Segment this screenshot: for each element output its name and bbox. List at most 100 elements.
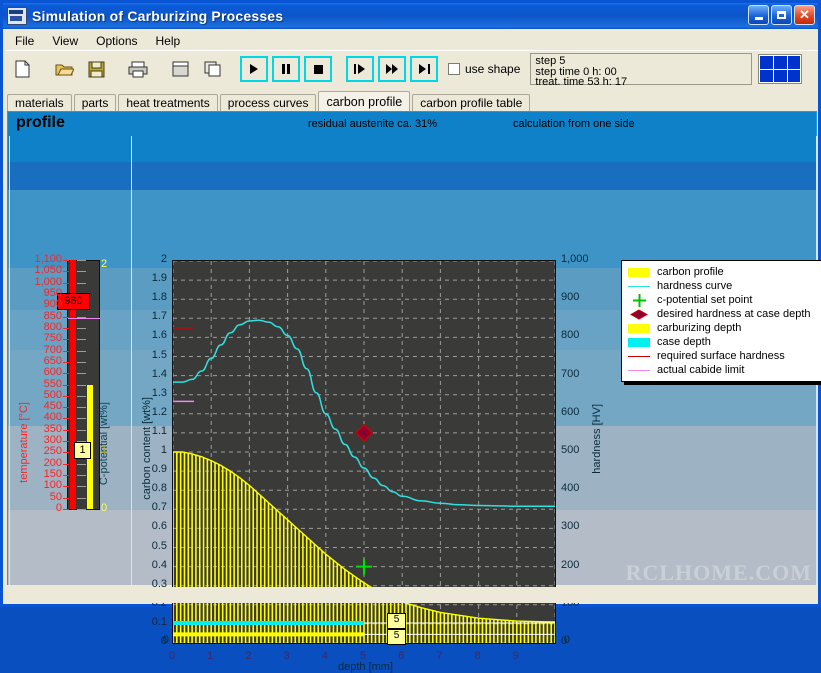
cpot-tick-0: 0: [101, 502, 108, 514]
minimize-button[interactable]: [748, 5, 769, 25]
gauge-dash: [77, 362, 86, 363]
axis-zero-left: 0: [162, 634, 169, 646]
tab-heat-treatments[interactable]: heat treatments: [118, 94, 218, 112]
print-button[interactable]: [124, 56, 152, 82]
temp-tick-950: 950: [43, 286, 62, 299]
gauge-dash: [77, 498, 86, 499]
legend-label: actual cabide limit: [657, 364, 745, 376]
window-button[interactable]: [166, 56, 194, 82]
menu-item-options[interactable]: Options: [87, 33, 146, 49]
temp-tick-mark: [63, 271, 69, 272]
temp-tick-500: 500: [43, 388, 62, 401]
legend-label: desired hardness at case depth: [657, 308, 811, 320]
stop-button[interactable]: [304, 56, 332, 82]
temp-tick-mark: [63, 407, 69, 408]
status-treat-time: treat. time 53 h: 17: [535, 76, 628, 88]
cpotential-value-flag: 1: [74, 442, 91, 459]
gauge-dash: [77, 475, 86, 476]
temp-tick-mark: [63, 373, 69, 374]
temp-tick-mark: [63, 328, 69, 329]
legend-item-hardness-curve: hardness curve: [627, 279, 816, 293]
graph-panel: profile residual austenite ca. 31% calcu…: [7, 111, 821, 673]
temp-tick-mark: [63, 509, 69, 510]
y-tick-0.5: 0.5: [151, 539, 167, 552]
temp-tick-700: 700: [43, 343, 62, 356]
window-title: Simulation of Carburizing Processes: [32, 8, 284, 24]
y2-tick-1000: 1,000: [561, 253, 589, 265]
stop-icon: [313, 64, 323, 74]
temp-tick-450: 450: [43, 400, 62, 413]
gauge-dash: [77, 486, 86, 487]
y2-tick-800: 800: [561, 329, 580, 342]
tab-process-curves[interactable]: process curves: [219, 94, 317, 112]
residual-austenite: residual austenite ca. 31%: [308, 118, 438, 130]
legend-label: c-potential set point: [657, 294, 753, 306]
y-tick-1.7: 1.7: [151, 310, 167, 323]
play-button[interactable]: [240, 56, 268, 82]
app-window: Simulation of Carburizing Processes ✕ Fi…: [0, 0, 821, 673]
case-depth-flag: 5: [387, 613, 406, 629]
cpot-tick-1: 1: [101, 444, 108, 456]
pause-icon: [282, 64, 290, 74]
y-tick-1.6: 1.6: [151, 329, 167, 342]
temp-tick-600: 600: [43, 366, 62, 379]
temp-tick-mark: [63, 362, 69, 363]
step-start-icon: [353, 64, 365, 74]
gauge-dash: [77, 351, 86, 352]
copy-button[interactable]: [198, 56, 226, 82]
y-tick-1.9: 1.9: [151, 272, 167, 285]
menu-item-help[interactable]: Help: [147, 33, 190, 49]
legend-item-carbon-profile: carbon profile: [627, 265, 816, 279]
status-bar: [7, 587, 817, 603]
watermark: RCLHOME.COM: [625, 560, 812, 585]
y-tick-2: 2: [160, 253, 167, 265]
carburizing-depth-swatch-icon: [627, 323, 651, 333]
tab-carbon-profile[interactable]: carbon profile: [318, 91, 411, 112]
print-icon: [128, 61, 148, 77]
step-end-button[interactable]: [410, 56, 438, 82]
tab-parts[interactable]: parts: [73, 94, 117, 112]
legend-item-desired-hardness: desired hardness at case depth: [627, 307, 816, 321]
gauge-dash: [77, 430, 86, 431]
x-tick-2: 2: [245, 650, 252, 662]
step-forward-icon: [385, 64, 398, 74]
use-shape-checkbox[interactable]: use shape: [448, 62, 520, 76]
save-button[interactable]: [82, 56, 110, 82]
carbide-limit-swatch-icon: [627, 369, 651, 371]
temp-tick-400: 400: [43, 411, 62, 424]
maximize-button[interactable]: [771, 5, 792, 25]
new-document-button[interactable]: [8, 56, 36, 82]
y2-tick-900: 900: [561, 291, 580, 304]
menu-item-file[interactable]: File: [6, 33, 43, 49]
temp-tick-250: 250: [43, 445, 62, 458]
close-button[interactable]: ✕: [794, 5, 815, 25]
y-tick-0.4: 0.4: [151, 558, 167, 571]
y-tick-0.9: 0.9: [151, 463, 167, 476]
use-shape-label: use shape: [465, 62, 521, 76]
y-tick-1.3: 1.3: [151, 386, 167, 399]
minimize-icon: [754, 17, 763, 20]
pause-button[interactable]: [272, 56, 300, 82]
y-tick-0.1: 0.1: [151, 615, 167, 628]
open-folder-button[interactable]: [50, 56, 78, 82]
required-hardness-swatch-icon: [627, 355, 651, 357]
panel-divider-mid: [131, 136, 132, 585]
tab-bar: materials parts heat treatments process …: [7, 91, 817, 112]
depth-axis-label: depth [mm]: [338, 661, 394, 673]
gauge-dash: [77, 464, 86, 465]
tab-materials[interactable]: materials: [7, 94, 72, 112]
step-start-button[interactable]: [346, 56, 374, 82]
step-forward-button[interactable]: [378, 56, 406, 82]
gauge-dash: [77, 271, 86, 272]
panel-divider-left: [9, 136, 10, 585]
window-icon: [172, 61, 188, 77]
hardness-curve-swatch-icon: [627, 285, 651, 287]
legend-item-case-depth: case depth: [627, 335, 816, 349]
temp-tick-850: 850: [43, 309, 62, 322]
temp-tick-800: 800: [43, 320, 62, 333]
calculation-note: calculation from one side: [513, 118, 635, 130]
y2-tick-600: 600: [561, 405, 580, 418]
close-icon: ✕: [799, 7, 810, 22]
menu-item-view[interactable]: View: [43, 33, 87, 49]
tab-carbon-profile-table[interactable]: carbon profile table: [412, 94, 531, 112]
